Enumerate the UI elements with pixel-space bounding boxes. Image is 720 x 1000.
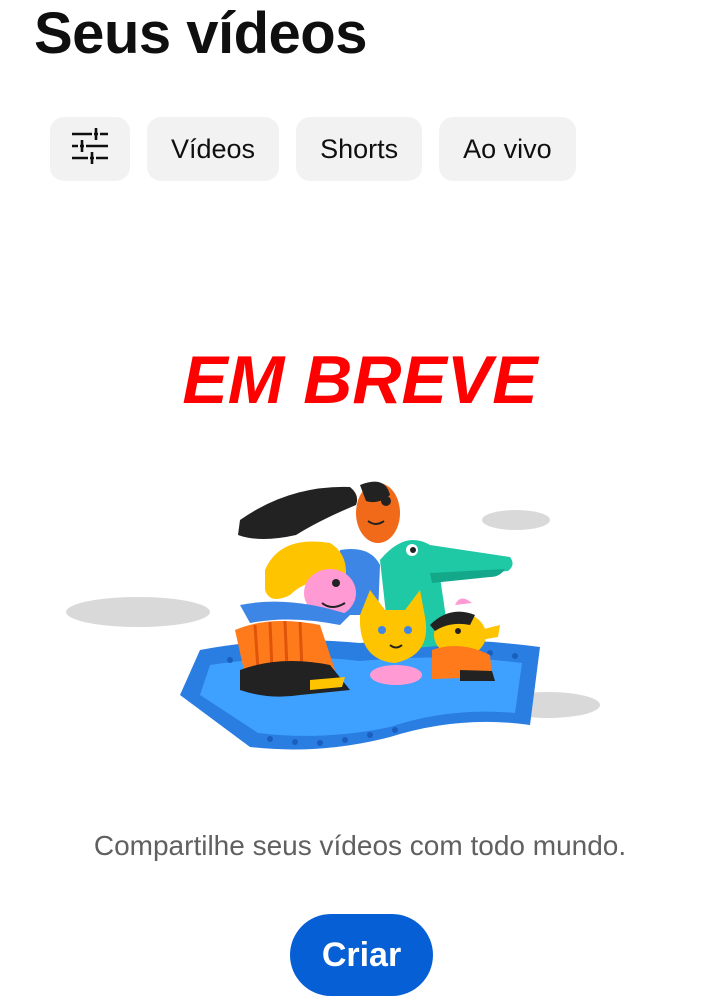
your-videos-page: Seus vídeos Vídeos Shorts Ao vivo EM BRE…	[0, 0, 720, 1000]
chip-shorts[interactable]: Shorts	[296, 117, 423, 181]
filter-chip[interactable]	[50, 117, 130, 181]
cloud-top-right	[482, 510, 550, 530]
create-button[interactable]: Criar	[290, 914, 433, 996]
sliders-icon	[70, 127, 110, 171]
page-title: Seus vídeos	[34, 1, 367, 66]
cloud-left	[66, 597, 210, 627]
chip-live[interactable]: Ao vivo	[439, 117, 576, 181]
filter-chip-row: Vídeos Shorts Ao vivo	[50, 117, 576, 181]
empty-state-message: Compartilhe seus vídeos com todo mundo.	[93, 830, 627, 861]
empty-state-illustration	[66, 481, 600, 750]
chip-videos[interactable]: Vídeos	[147, 117, 280, 181]
coming-soon-banner: EM BREVE	[182, 342, 538, 418]
